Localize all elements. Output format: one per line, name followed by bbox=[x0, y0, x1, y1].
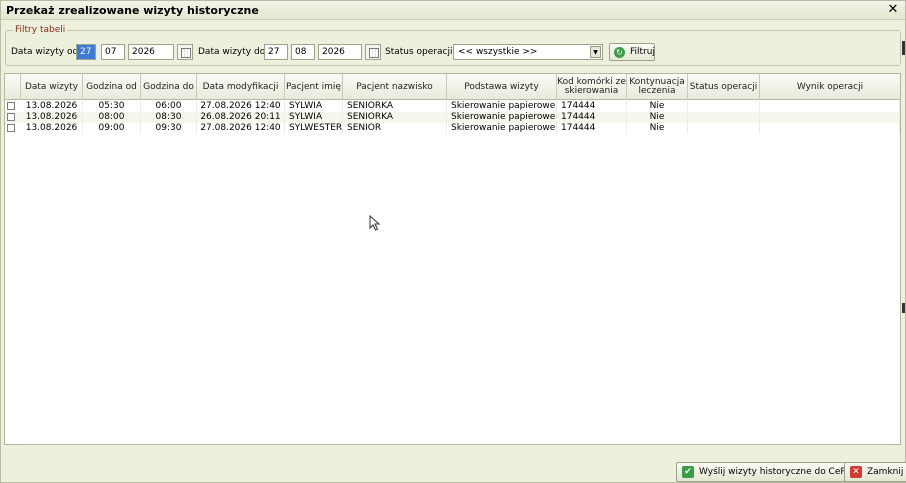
dialog-window: Przekaż zrealizowane wizyty historyczne … bbox=[0, 0, 906, 483]
cell-referral-cell-code: 174444 bbox=[557, 123, 627, 134]
header-operation-result[interactable]: Wynik operacji bbox=[760, 74, 900, 100]
header-modified-date[interactable]: Data modyfikacji bbox=[197, 74, 285, 100]
cell-operation-result bbox=[760, 101, 900, 112]
window-edge-marker bbox=[902, 41, 905, 55]
cell-treatment-continuation: Nie bbox=[627, 123, 688, 134]
cell-operation-status bbox=[688, 112, 760, 123]
cell-referral-cell-code: 174444 bbox=[557, 101, 627, 112]
filter-panel: Filtry tabeli Data wizyty od 27 07 2026 … bbox=[5, 25, 901, 66]
row-checkbox[interactable] bbox=[7, 102, 15, 110]
date-to-day-input[interactable]: 27 bbox=[264, 44, 288, 60]
send-to-cer-button[interactable]: ✔ Wyślij wizyty historyczne do CeR bbox=[676, 462, 854, 482]
cell-visit-basis: Skierowanie papierowe bbox=[447, 123, 557, 134]
header-operation-status[interactable]: Status operacji bbox=[688, 74, 760, 100]
checkmark-icon: ✔ bbox=[682, 466, 694, 478]
close-button[interactable]: ✕ Zamknij bbox=[844, 462, 906, 482]
filter-button-label: Filtruj bbox=[630, 47, 655, 57]
cell-visit-date: 13.08.2026 bbox=[21, 123, 83, 134]
cell-modified-date: 27.08.2026 12:40 bbox=[197, 123, 285, 134]
header-visit-date[interactable]: Data wizyty bbox=[21, 74, 83, 100]
date-to-label: Data wizyty do bbox=[198, 47, 266, 57]
cell-time-from: 09:00 bbox=[83, 123, 141, 134]
cell-patient-first-name: SYLWESTER bbox=[285, 123, 343, 134]
cell-time-to: 06:00 bbox=[141, 101, 197, 112]
cell-visit-basis: Skierowanie papierowe bbox=[447, 101, 557, 112]
window-edge-marker bbox=[902, 303, 905, 313]
header-time-to[interactable]: Godzina do bbox=[141, 74, 197, 100]
cell-modified-date: 27.08.2026 12:40 bbox=[197, 101, 285, 112]
row-checkbox[interactable] bbox=[7, 113, 15, 121]
mouse-cursor-icon bbox=[369, 215, 381, 231]
status-select[interactable]: << wszystkie >> ▼ bbox=[453, 44, 603, 60]
cell-time-from: 08:00 bbox=[83, 112, 141, 123]
send-to-cer-label: Wyślij wizyty historyczne do CeR bbox=[699, 467, 847, 477]
date-from-year-input[interactable]: 2026 bbox=[128, 44, 174, 60]
status-label: Status operacji bbox=[385, 47, 453, 57]
cell-operation-result bbox=[760, 112, 900, 123]
header-patient-last-name[interactable]: Pacjent nazwisko bbox=[343, 74, 447, 100]
dialog-title: Przekaż zrealizowane wizyty historyczne bbox=[6, 4, 259, 17]
visits-table: Data wizyty Godzina od Godzina do Data m… bbox=[4, 73, 901, 445]
header-checkbox-col bbox=[5, 74, 21, 100]
table-row[interactable]: 13.08.2026 08:00 08:30 26.08.2026 20:11 SYLW… bbox=[5, 112, 900, 123]
cell-patient-last-name: SENIOR bbox=[343, 123, 447, 134]
header-visit-basis[interactable]: Podstawa wizyty bbox=[447, 74, 557, 100]
cell-patient-first-name: SYLWIA bbox=[285, 101, 343, 112]
cell-patient-first-name: SYLWIA bbox=[285, 112, 343, 123]
cell-time-from: 05:30 bbox=[83, 101, 141, 112]
cell-operation-result bbox=[760, 123, 900, 134]
cell-time-to: 09:30 bbox=[141, 123, 197, 134]
title-bar: Przekaż zrealizowane wizyty historyczne … bbox=[1, 1, 905, 20]
date-from-month-input[interactable]: 07 bbox=[101, 44, 125, 60]
close-icon[interactable]: ✕ bbox=[886, 3, 900, 17]
row-checkbox[interactable] bbox=[7, 124, 15, 132]
cell-patient-last-name: SENIORKA bbox=[343, 112, 447, 123]
cell-treatment-continuation: Nie bbox=[627, 101, 688, 112]
cell-operation-status bbox=[688, 101, 760, 112]
table-row[interactable]: 13.08.2026 05:30 06:00 27.08.2026 12:40 SYLW… bbox=[5, 101, 900, 112]
cell-operation-status bbox=[688, 123, 760, 134]
filter-legend: Filtry tabeli bbox=[13, 25, 68, 35]
cell-visit-basis: Skierowanie papierowe bbox=[447, 112, 557, 123]
header-referral-cell-code[interactable]: Kod komórki ze skierowania bbox=[557, 74, 627, 100]
date-to-year-input[interactable]: 2026 bbox=[318, 44, 362, 60]
date-from-day-input[interactable]: 27 bbox=[76, 44, 96, 60]
cell-visit-date: 13.08.2026 bbox=[21, 101, 83, 112]
calendar-icon[interactable] bbox=[177, 44, 193, 60]
cell-referral-cell-code: 174444 bbox=[557, 112, 627, 123]
refresh-icon: ↻ bbox=[614, 47, 625, 58]
filter-button[interactable]: ↻ Filtruj bbox=[609, 43, 655, 61]
cell-treatment-continuation: Nie bbox=[627, 112, 688, 123]
cell-patient-last-name: SENIORKA bbox=[343, 101, 447, 112]
close-button-label: Zamknij bbox=[867, 467, 904, 477]
date-from-label: Data wizyty od bbox=[11, 47, 79, 57]
chevron-down-icon[interactable]: ▼ bbox=[590, 46, 601, 58]
table-row[interactable]: 13.08.2026 09:00 09:30 27.08.2026 12:40 SYLW… bbox=[5, 123, 900, 134]
close-icon: ✕ bbox=[850, 466, 862, 478]
header-treatment-continuation[interactable]: Kontynuacja leczenia bbox=[627, 74, 688, 100]
cell-time-to: 08:30 bbox=[141, 112, 197, 123]
table-header: Data wizyty Godzina od Godzina do Data m… bbox=[5, 74, 900, 100]
filter-row: Data wizyty od 27 07 2026 Data wizyty do… bbox=[6, 42, 900, 62]
cell-visit-date: 13.08.2026 bbox=[21, 112, 83, 123]
status-select-value: << wszystkie >> bbox=[458, 47, 538, 57]
header-patient-first-name[interactable]: Pacjent imię bbox=[285, 74, 343, 100]
header-time-from[interactable]: Godzina od bbox=[83, 74, 141, 100]
calendar-icon[interactable] bbox=[365, 44, 381, 60]
date-to-month-input[interactable]: 08 bbox=[291, 44, 315, 60]
cell-modified-date: 26.08.2026 20:11 bbox=[197, 112, 285, 123]
